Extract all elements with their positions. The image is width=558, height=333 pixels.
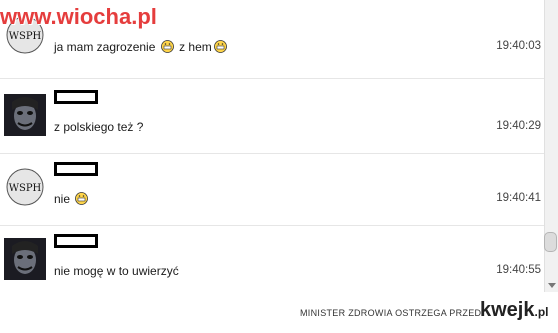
brand-name: kwejk <box>480 299 535 321</box>
footer-banner: MINISTER ZDROWIA OSTRZEGA PRZED kwejk.pl <box>0 292 558 333</box>
watermark-logo: www.wiocha.pl <box>0 4 157 29</box>
message-text: z polskiego też ? <box>54 120 144 134</box>
dark-face-icon <box>4 238 46 280</box>
message-divider <box>0 78 545 79</box>
message-text-part: ja mam zagrozenie <box>54 40 156 54</box>
footer-warning-text: MINISTER ZDROWIA OSTRZEGA PRZED <box>300 308 482 318</box>
grin-emoji-icon <box>75 192 89 205</box>
svg-text:WSPH: WSPH <box>9 183 42 194</box>
scrollbar[interactable] <box>544 0 558 292</box>
message-divider <box>0 153 545 154</box>
wsph-logo-icon: WSPH <box>4 166 46 208</box>
message-timestamp: 19:40:03 <box>496 40 541 52</box>
message-text: ja mam zagrozenie z hem <box>54 40 229 54</box>
grin-emoji-icon <box>160 40 174 53</box>
footer-brand-logo: kwejk.pl <box>480 299 548 322</box>
message-text-part: nie <box>54 192 71 206</box>
message-text-part: z hem <box>179 40 212 54</box>
redacted-username <box>54 162 98 176</box>
message-timestamp: 19:40:55 <box>496 264 541 276</box>
scroll-down-arrow-icon[interactable] <box>548 283 556 288</box>
brand-suffix: .pl <box>534 305 549 319</box>
avatar <box>4 94 46 136</box>
message-timestamp: 19:40:41 <box>496 192 541 204</box>
message-text: nie mogę w to uwierzyć <box>54 264 179 278</box>
scrollbar-thumb[interactable] <box>544 232 557 252</box>
dark-face-icon <box>4 94 46 136</box>
message-timestamp: 19:40:29 <box>496 120 541 132</box>
avatar: WSPH <box>4 166 46 208</box>
chat-window: WSPH ja mam zagrozenie z hem 19:40:03 z … <box>0 0 558 293</box>
message-text: nie <box>54 192 90 206</box>
chat-message: WSPH nie 19:40:41 <box>0 158 545 230</box>
svg-text:WSPH: WSPH <box>9 31 42 42</box>
grin-emoji-icon <box>213 40 227 53</box>
redacted-username <box>54 90 98 104</box>
avatar <box>4 238 46 280</box>
message-divider <box>0 225 545 226</box>
redacted-username <box>54 234 98 248</box>
chat-message: z polskiego też ? 19:40:29 <box>0 86 545 158</box>
